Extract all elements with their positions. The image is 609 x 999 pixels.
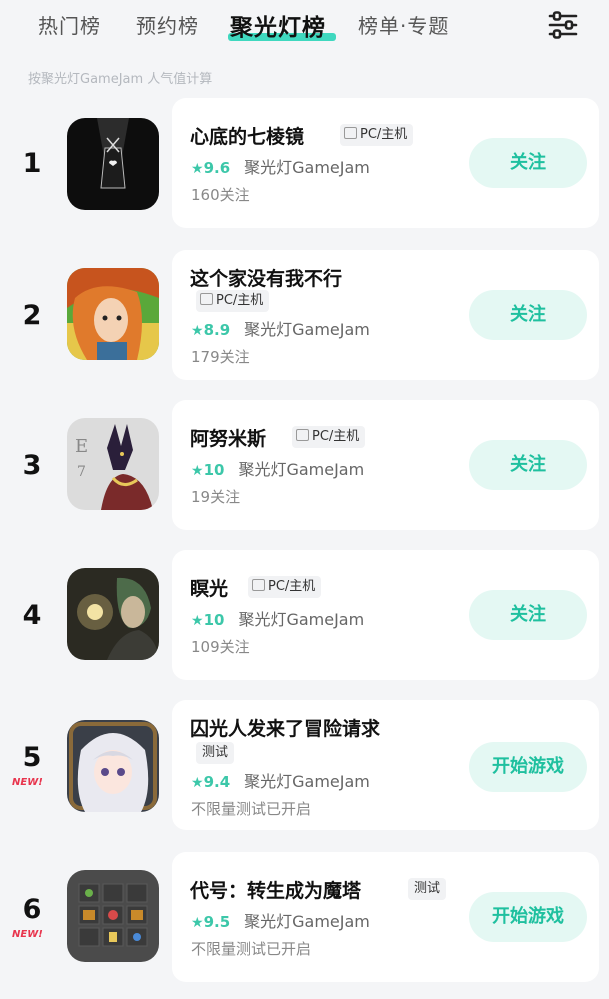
magic-tower-art-icon <box>67 870 159 962</box>
rank-number: 4 <box>22 600 42 631</box>
tab-spotlight-label: 聚光灯榜 <box>230 15 326 41</box>
tab-reserve[interactable]: 预约榜 <box>136 10 199 39</box>
game-title[interactable]: 囚光人发来了冒险请求 <box>190 714 380 741</box>
dim-light-art-icon <box>67 568 159 660</box>
list-item[interactable]: 5 NEW! 囚光人发来了冒险请求 测试 ★9.4 聚光灯GameJam 不限量测… <box>0 700 609 830</box>
rating-row: ★9.6 聚光灯GameJam <box>191 154 370 178</box>
start-game-button[interactable]: 开始游戏 <box>469 742 587 792</box>
rank-number: 6 <box>22 894 42 925</box>
start-game-button[interactable]: 开始游戏 <box>469 892 587 942</box>
follow-button[interactable]: 关注 <box>469 590 587 640</box>
rank-number: 3 <box>22 450 42 481</box>
star-icon: ★ <box>191 915 204 931</box>
rating-score: 10 <box>203 461 225 479</box>
rank-number: 5 <box>22 742 42 773</box>
list-item[interactable]: 2 这个家没有我不行 PC/主机 ★8.9 聚光灯GameJam 179关注 关注 <box>0 250 609 380</box>
platform-tag-label: PC/主机 <box>360 127 408 142</box>
list-item[interactable]: 1 心底的七棱镜 PC/主机 ★9.6 聚光灯GameJam 160关注 关注 <box>0 98 609 228</box>
sliders-icon[interactable] <box>546 8 580 42</box>
rating-row: ★9.5 聚光灯GameJam <box>191 908 370 932</box>
follower-count: 109关注 <box>191 638 250 656</box>
studio-name: 聚光灯GameJam <box>244 912 370 931</box>
game-icon[interactable] <box>67 268 159 360</box>
rating-score: 10 <box>203 611 225 629</box>
rating-row: ★10 聚光灯GameJam <box>191 606 364 630</box>
game-icon[interactable] <box>67 870 159 962</box>
ranking-description: 按聚光灯GameJam 人气值计算 <box>28 72 213 87</box>
test-tag: 测试 <box>408 878 447 900</box>
game-title[interactable]: 心底的七棱镜 <box>190 122 304 149</box>
star-icon: ★ <box>191 323 204 339</box>
girl-portrait-art-icon <box>67 268 159 360</box>
tab-hot[interactable]: 热门榜 <box>38 10 101 39</box>
game-title[interactable]: 代号：转生成为魔塔 <box>190 876 361 903</box>
rating-row: ★8.9 聚光灯GameJam <box>191 316 370 340</box>
platform-tag: PC/主机 <box>196 290 270 312</box>
follow-button[interactable]: 关注 <box>469 138 587 188</box>
svg-text:7: 7 <box>77 464 86 480</box>
rating-row: ★10 聚光灯GameJam <box>191 456 364 480</box>
rating-score: 9.5 <box>203 913 231 931</box>
game-title[interactable]: 瞑光 <box>190 574 228 601</box>
controller-icon <box>200 293 213 305</box>
studio-name: 聚光灯GameJam <box>244 158 370 177</box>
follow-button[interactable]: 关注 <box>469 440 587 490</box>
rating-score: 8.9 <box>203 321 231 339</box>
game-icon[interactable] <box>67 118 159 210</box>
test-tag: 测试 <box>196 742 235 764</box>
silver-hair-girl-art-icon <box>67 720 159 812</box>
star-icon: ★ <box>191 613 204 629</box>
list-item[interactable]: 4 瞑光 PC/主机 ★10 聚光灯GameJam 109关注 关注 <box>0 550 609 680</box>
platform-tag: PC/主机 <box>340 124 414 146</box>
prism-game-art-icon <box>67 118 159 210</box>
platform-tag-label: PC/主机 <box>216 293 264 308</box>
game-title[interactable]: 阿努米斯 <box>190 424 266 451</box>
controller-icon <box>296 429 309 441</box>
platform-tag-label: PC/主机 <box>312 429 360 444</box>
star-icon: ★ <box>191 463 204 479</box>
follower-count: 19关注 <box>191 488 241 506</box>
svg-text:E: E <box>75 436 88 457</box>
follower-count: 160关注 <box>191 186 250 204</box>
tab-lists-topics[interactable]: 榜单·专题 <box>358 10 449 39</box>
studio-name: 聚光灯GameJam <box>244 772 370 791</box>
platform-tag: PC/主机 <box>292 426 366 448</box>
controller-icon <box>252 579 265 591</box>
list-item[interactable]: 3 E 7 阿努米斯 PC/主机 ★10 聚光灯GameJam 19关注 关注 <box>0 400 609 530</box>
anubis-art-icon: E 7 <box>67 418 159 510</box>
rating-score: 9.6 <box>203 159 231 177</box>
studio-name: 聚光灯GameJam <box>238 460 365 479</box>
platform-tag-label: PC/主机 <box>268 579 316 594</box>
platform-tag: PC/主机 <box>248 576 322 598</box>
follow-button[interactable]: 关注 <box>469 290 587 340</box>
game-icon[interactable] <box>67 568 159 660</box>
tab-spotlight[interactable]: 聚光灯榜 <box>230 8 326 42</box>
follower-count: 179关注 <box>191 348 250 366</box>
studio-name: 聚光灯GameJam <box>238 610 365 629</box>
new-badge: NEW! <box>12 929 43 940</box>
controller-icon <box>344 127 357 139</box>
new-badge: NEW! <box>12 777 43 788</box>
star-icon: ★ <box>191 775 204 791</box>
rating-score: 9.4 <box>203 773 231 791</box>
game-title[interactable]: 这个家没有我不行 <box>190 264 342 291</box>
rank-number: 1 <box>22 148 42 179</box>
studio-name: 聚光灯GameJam <box>244 320 370 339</box>
game-icon[interactable] <box>67 720 159 812</box>
top-tab-bar: 热门榜 预约榜 聚光灯榜 榜单·专题 <box>0 0 609 52</box>
star-icon: ★ <box>191 161 204 177</box>
list-item[interactable]: 6 NEW! 代号：转生成为魔塔 测试 ★9.5 聚光灯GameJam 不限量测试… <box>0 852 609 982</box>
rating-row: ★9.4 聚光灯GameJam <box>191 768 370 792</box>
game-icon[interactable]: E 7 <box>67 418 159 510</box>
rank-number: 2 <box>22 300 42 331</box>
test-status: 不限量测试已开启 <box>191 800 312 818</box>
test-status: 不限量测试已开启 <box>191 940 312 958</box>
